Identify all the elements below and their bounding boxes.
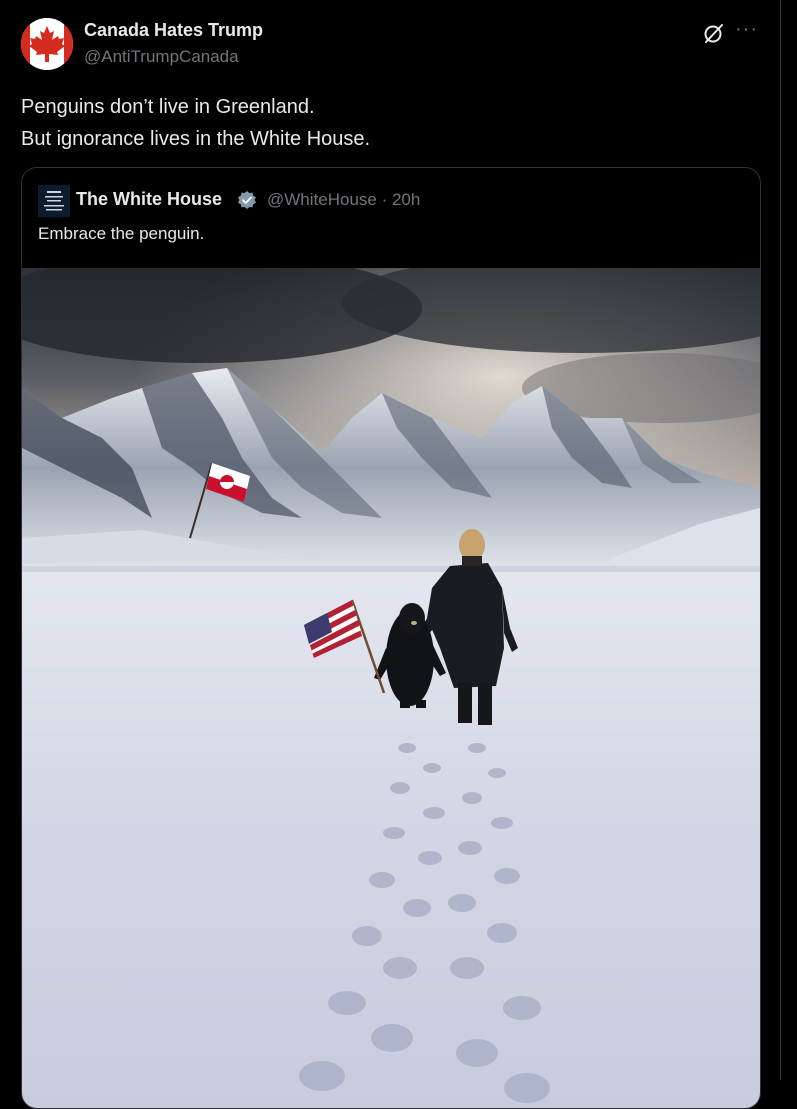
- column-divider: [780, 0, 781, 1080]
- more-icon[interactable]: ···: [735, 18, 758, 41]
- quoted-author-handle-time[interactable]: @WhiteHouse · 20h: [267, 190, 420, 210]
- post-text-line: But ignorance lives in the White House.: [21, 128, 371, 150]
- grok-icon[interactable]: [702, 22, 724, 44]
- post-text: Penguins don’t live in Greenland. But ig…: [21, 91, 761, 155]
- author-handle[interactable]: @AntiTrumpCanada: [84, 47, 239, 67]
- maple-leaf-icon: [21, 18, 73, 70]
- author-name[interactable]: Canada Hates Trump: [84, 20, 263, 41]
- penguin-scene-image: [22, 268, 760, 1108]
- quoted-post-image[interactable]: [22, 268, 760, 1108]
- white-house-logo-icon: [38, 185, 70, 217]
- quoted-post[interactable]: The White House @WhiteHouse · 20h Embrac…: [21, 167, 761, 1109]
- post-text-line: Penguins don’t live in Greenland.: [21, 96, 315, 118]
- post: Canada Hates Trump @AntiTrumpCanada ··· …: [0, 0, 780, 1109]
- author-avatar[interactable]: [21, 18, 73, 70]
- verified-badge-icon: [238, 191, 256, 209]
- quoted-author-name[interactable]: The White House: [76, 189, 222, 210]
- quoted-post-text: Embrace the penguin.: [38, 224, 205, 243]
- quoted-author-avatar[interactable]: [38, 185, 70, 217]
